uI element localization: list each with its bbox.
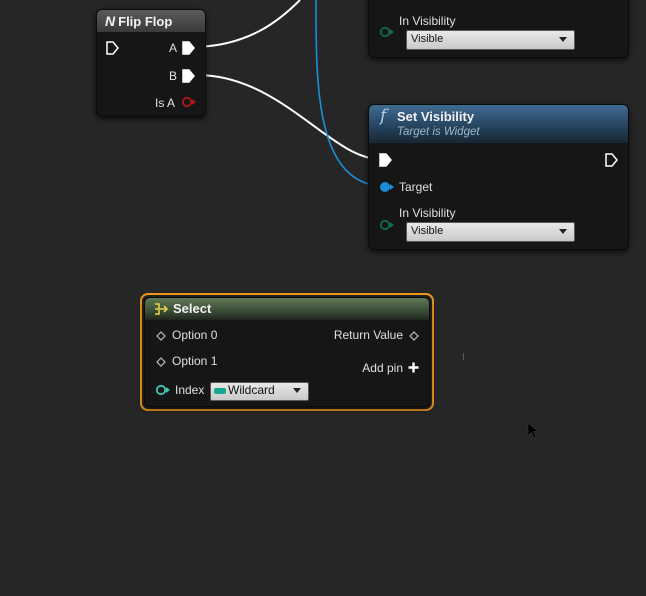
mouse-cursor-icon [527,422,539,439]
exec-wire-a [196,0,301,48]
exec-in-pin-icon[interactable] [106,41,119,55]
pin-label-b: B [168,69,177,83]
exec-out-pin-icon[interactable] [605,153,618,167]
index-type-value: Wildcard [228,383,275,397]
visibility-dropdown-value-top: Visible [411,33,444,45]
select-icon [155,303,169,315]
object-pin-icon[interactable] [379,181,395,193]
index-label: Index [175,383,205,397]
index-pin-icon[interactable] [155,384,171,396]
set-visibility-subtitle: Target is Widget [397,126,480,138]
function-icon: f [380,106,387,126]
in-visibility-label: In Visibility [399,206,456,220]
flip-flop-title: Flip Flop [118,14,173,29]
exec-in-pin-icon[interactable] [379,153,392,167]
visibility-dropdown-value: Visible [411,225,444,237]
chevron-down-icon [293,388,301,393]
flip-flop-node[interactable]: N Flip Flop A B Is A [96,9,206,117]
select-title: Select [173,301,212,316]
grid-marker [463,353,464,360]
exec-out-a-pin-icon[interactable] [182,41,195,55]
select-node[interactable]: Select Option 0 Return Value Option 1 Ad… [144,297,430,407]
pin-label-is-a: Is A [154,96,175,110]
chevron-down-icon [559,229,567,234]
chevron-down-icon [559,37,567,42]
exec-out-b-pin-icon[interactable] [182,69,195,83]
index-type-dropdown[interactable]: Wildcard [210,382,309,401]
flip-flop-header[interactable]: N Flip Flop [97,10,205,32]
return-value-label: Return Value [333,328,403,342]
set-visibility-title: Set Visibility [397,109,475,124]
set-visibility-node-top[interactable]: In Visibility Visible [368,0,629,58]
set-visibility-node[interactable]: f Set Visibility Target is Widget Target… [368,104,629,250]
add-pin-label[interactable]: Add pin [362,361,403,375]
exec-wire-b [196,74,379,160]
set-visibility-header[interactable]: f Set Visibility Target is Widget [369,105,628,143]
byte-pin-icon[interactable] [379,219,395,231]
wildcard-option1-pin-icon[interactable] [156,357,166,367]
bool-pin-icon[interactable] [181,96,197,108]
option0-label: Option 0 [172,328,218,342]
wildcard-option0-pin-icon[interactable] [156,331,166,341]
flip-flop-icon: N [105,13,116,29]
visibility-dropdown[interactable]: Visible [406,222,575,242]
byte-pin-icon[interactable] [379,26,395,38]
pin-label-a: A [168,41,177,55]
in-visibility-label-top: In Visibility [399,14,456,28]
visibility-dropdown-top[interactable]: Visible [406,30,575,50]
select-header[interactable]: Select [145,298,429,320]
add-pin-icon[interactable] [408,362,419,373]
return-value-pin-icon[interactable] [409,331,419,341]
target-label: Target [399,180,433,194]
wildcard-type-icon [214,388,226,394]
option1-label: Option 1 [172,354,218,368]
